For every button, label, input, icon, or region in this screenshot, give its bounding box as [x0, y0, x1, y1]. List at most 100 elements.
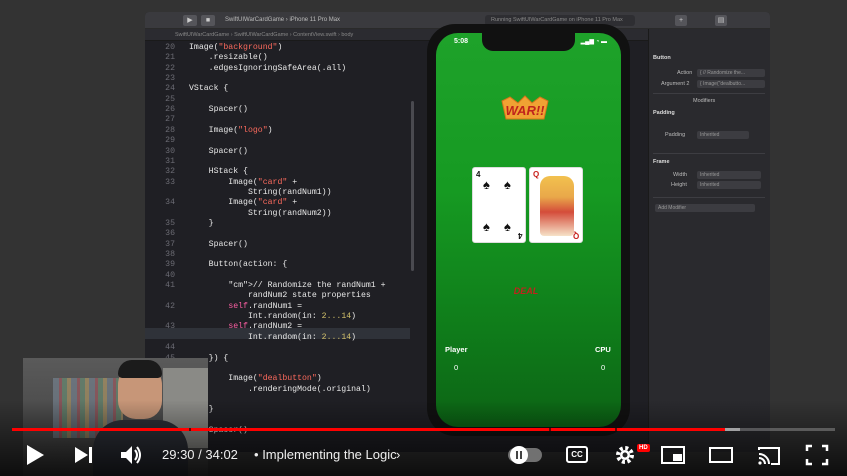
time-display: 29:30 / 34:02	[162, 447, 238, 462]
simulator-screen: 5:08 ▂▄▆ ◔ ▬ WAR!! 4 ♠ ♠ ♠ ♠ 4 Q Q DEAL …	[436, 33, 621, 427]
padding-field: Inherited	[697, 131, 749, 139]
miniplayer-button[interactable]	[660, 442, 686, 468]
stop-button: ■	[201, 15, 215, 26]
code-line: Spacer()	[189, 146, 248, 156]
code-line: String(randNum2))	[189, 208, 332, 218]
code-line: Image("card" +	[189, 177, 298, 187]
line-number: 38	[165, 250, 175, 259]
video-player[interactable]: ▶ ■ SwiftUIWarCardGame › iPhone 11 Pro M…	[0, 0, 847, 476]
argument-label: Argument 2	[661, 81, 690, 87]
line-number: 28	[165, 125, 175, 135]
autoplay-knob[interactable]	[510, 446, 528, 464]
attributes-inspector: Button Action { // Randomize the... Argu…	[648, 29, 770, 452]
play-button[interactable]	[24, 442, 46, 468]
width-field: Inherited	[697, 171, 761, 179]
code-line: .renderingMode(.original)	[189, 384, 371, 394]
line-number: 32	[165, 167, 175, 177]
fullscreen-icon	[805, 444, 829, 466]
code-line: .edgesIgnoringSafeArea(.all)	[189, 63, 347, 73]
code-line: Spacer()	[189, 239, 248, 249]
card-rank-bottom: Q	[572, 231, 579, 240]
next-button[interactable]	[72, 442, 96, 468]
code-line: Image("dealbutton")	[189, 374, 322, 384]
iphone-simulator: 5:08 ▂▄▆ ◔ ▬ WAR!! 4 ♠ ♠ ♠ ♠ 4 Q Q DEAL …	[427, 24, 630, 436]
line-number: 42	[165, 301, 175, 311]
code-line: "cm">// Randomize the randNum1 +	[228, 281, 386, 291]
cast-button[interactable]	[756, 442, 782, 468]
layout-button: ▤	[715, 15, 727, 26]
line-number: 35	[165, 218, 175, 228]
hd-badge: HD	[637, 444, 650, 452]
line-number: 29	[165, 136, 175, 146]
padding-label: Padding	[665, 132, 686, 138]
cast-icon	[758, 447, 780, 465]
inspector-separator	[653, 93, 765, 94]
line-number: 39	[165, 260, 175, 270]
status-bar-time: 5:08	[454, 38, 469, 45]
fullscreen-button[interactable]	[804, 442, 830, 468]
line-number: 30	[165, 146, 175, 156]
subtitles-button[interactable]: CC	[566, 446, 588, 463]
next-icon	[75, 447, 92, 463]
code-line: Image("card" +	[189, 198, 298, 208]
player-score: 0	[454, 363, 459, 372]
card-rank-top: Q	[533, 170, 540, 179]
line-number: 37	[165, 239, 175, 249]
run-button: ▶	[183, 15, 197, 26]
chevron-right-icon[interactable]: ›	[396, 447, 400, 462]
gear-icon	[616, 446, 634, 464]
code-line: Image("background")	[189, 43, 283, 52]
progress-bar[interactable]	[12, 428, 835, 431]
pause-icon	[516, 451, 522, 459]
line-number: 41	[165, 281, 175, 291]
height-field: Inherited	[697, 181, 761, 189]
line-number: 23	[165, 74, 175, 84]
line-number: 43	[165, 322, 175, 332]
scheme-selector: SwiftUIWarCardGame › iPhone 11 Pro Max	[225, 17, 341, 23]
settings-button[interactable]	[613, 442, 637, 468]
chapter-title[interactable]: • Implementing the Logic	[254, 447, 397, 462]
spade-pip: ♠	[504, 219, 511, 234]
width-label: Width	[673, 172, 688, 178]
card-rank-top: 4	[476, 170, 481, 179]
status-bar-icons: ▂▄▆ ◔ ▬	[580, 39, 607, 45]
line-number: 21	[165, 53, 175, 63]
action-field: { // Randomize the...	[697, 69, 765, 77]
theater-mode-button[interactable]	[708, 442, 734, 468]
line-number: 22	[165, 63, 175, 73]
miniplayer-icon	[661, 446, 685, 464]
padding-section-label: Padding	[653, 110, 675, 116]
player-card: 4 ♠ ♠ ♠ ♠ 4	[472, 167, 526, 243]
code-line: HStack {	[189, 167, 248, 177]
cpu-card: Q Q	[529, 167, 583, 243]
code-line: randNum2 state properties	[189, 291, 371, 301]
presenter-hair	[118, 360, 162, 378]
queen-illustration	[540, 176, 574, 236]
chapter-marker	[548, 428, 551, 431]
editor-scrollbar	[411, 101, 414, 271]
line-number: 40	[165, 270, 175, 280]
frame-section-label: Frame	[653, 159, 670, 165]
war-logo: WAR!!	[498, 95, 552, 127]
cpu-label: CPU	[595, 345, 611, 354]
spade-pip: ♠	[483, 219, 490, 234]
played-bar	[12, 428, 726, 431]
line-number: 44	[165, 343, 175, 353]
chapter-title-text: Implementing the Logic	[262, 447, 397, 462]
inspector-separator	[653, 153, 765, 154]
phone-notch	[482, 33, 575, 51]
player-label: Player	[445, 345, 468, 354]
inspector-separator	[653, 197, 765, 198]
theater-icon	[709, 447, 733, 463]
cpu-score: 0	[601, 363, 606, 372]
deal-button: DEAL	[513, 286, 539, 296]
spade-pip: ♠	[504, 177, 511, 192]
action-label: Action	[677, 70, 693, 76]
line-number: 33	[165, 177, 175, 187]
line-number: 20	[165, 43, 175, 52]
modifiers-label: Modifiers	[693, 98, 716, 104]
volume-button[interactable]	[118, 442, 144, 468]
code-line: Button(action: {	[189, 260, 288, 270]
code-line: Image("logo")	[189, 125, 273, 135]
argument-field: { Image("dealbutto...	[697, 80, 765, 88]
